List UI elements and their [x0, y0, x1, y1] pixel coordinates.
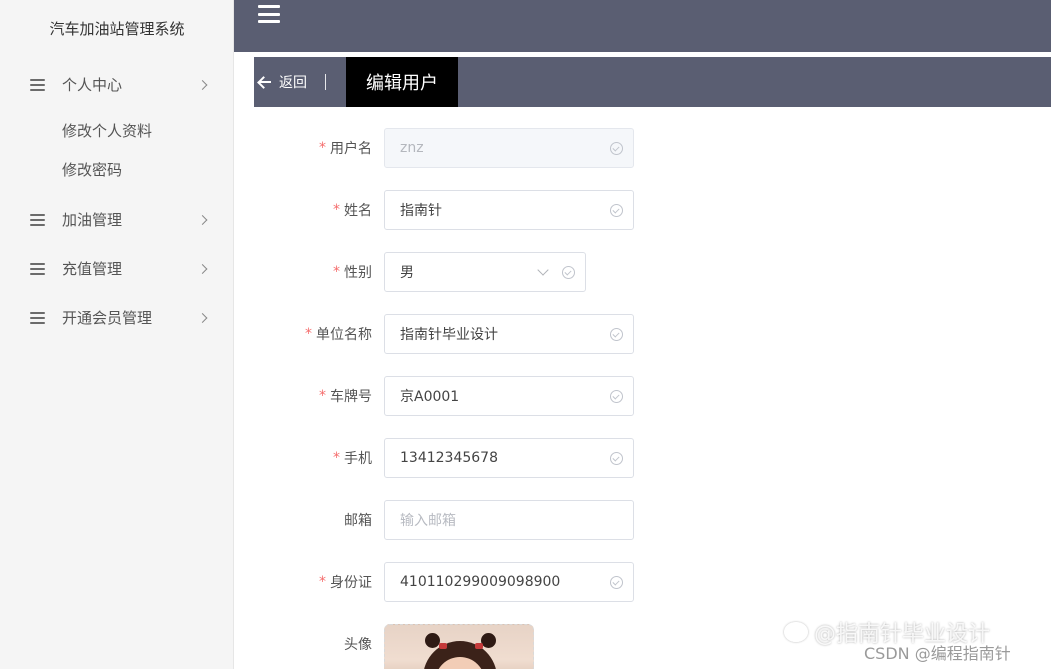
- app-root: 汽车加油站管理系统 个人中心 修改个人资料 修改密码 加油管理 充值管理 开通会…: [0, 0, 1051, 669]
- menu-icon: [30, 262, 45, 275]
- gender-label: * 性别: [333, 264, 372, 281]
- form-row-idcard: * 身份证 410110299009098900: [254, 562, 854, 602]
- sidebar-subitem-label: 修改密码: [62, 161, 123, 179]
- page-title: 编辑用户: [346, 57, 458, 107]
- avatar-label: 头像: [344, 637, 372, 653]
- sidebar-subitem-change-password[interactable]: 修改密码: [0, 150, 234, 189]
- submenu-personal-center: 修改个人资料 修改密码: [0, 109, 234, 195]
- check-circle-icon: [610, 390, 623, 403]
- plate-label: * 车牌号: [319, 388, 372, 405]
- email-input[interactable]: 输入邮箱: [384, 500, 634, 540]
- sidebar-item-label: 开通会员管理: [62, 309, 153, 327]
- sidebar-item-label: 个人中心: [62, 76, 123, 94]
- check-circle-icon: [610, 452, 623, 465]
- company-label: * 单位名称: [305, 326, 372, 343]
- chevron-right-icon: [197, 263, 208, 274]
- form-row-username: * 用户名 znz: [254, 128, 854, 168]
- name-label: * 姓名: [333, 202, 372, 219]
- hamburger-menu-icon[interactable]: [258, 5, 280, 23]
- watermark-secondary: CSDN @编程指南针: [864, 644, 1011, 663]
- menu-icon: [30, 311, 45, 324]
- form-row-gender: * 性别 男: [254, 252, 854, 292]
- chevron-right-icon: [197, 214, 208, 225]
- form-row-plate: * 车牌号 京A0001: [254, 376, 854, 416]
- avatar-upload[interactable]: [384, 624, 534, 669]
- sidebar-subitem-edit-profile[interactable]: 修改个人资料: [0, 111, 234, 150]
- check-circle-icon: [610, 204, 623, 217]
- sidebar-subitem-label: 修改个人资料: [62, 122, 153, 140]
- form-row-avatar: 头像: [254, 624, 854, 669]
- sidebar-item-fuel-management[interactable]: 加油管理: [0, 195, 234, 244]
- back-button[interactable]: 返回: [254, 57, 345, 107]
- sidebar-item-recharge-management[interactable]: 充值管理: [0, 244, 234, 293]
- name-input[interactable]: 指南针: [384, 190, 634, 230]
- page-header: 返回 编辑用户: [254, 57, 1051, 107]
- arrow-left-icon: [257, 75, 273, 89]
- company-input[interactable]: 指南针毕业设计: [384, 314, 634, 354]
- form-row-email: 邮箱 输入邮箱: [254, 500, 854, 540]
- phone-input[interactable]: 13412345678: [384, 438, 634, 478]
- idcard-label: * 身份证: [319, 574, 372, 591]
- form-row-phone: * 手机 13412345678: [254, 438, 854, 478]
- menu-icon: [30, 213, 45, 226]
- weibo-icon: [784, 622, 808, 642]
- sidebar: 汽车加油站管理系统 个人中心 修改个人资料 修改密码 加油管理 充值管理 开通会…: [0, 0, 234, 669]
- plate-input[interactable]: 京A0001: [384, 376, 634, 416]
- check-circle-icon: [562, 266, 575, 279]
- app-title: 汽车加油站管理系统: [49, 19, 185, 38]
- check-circle-icon: [610, 142, 623, 155]
- sidebar-item-label: 充值管理: [62, 260, 123, 278]
- check-circle-icon: [610, 576, 623, 589]
- menu-icon: [30, 78, 45, 91]
- chevron-down-icon: [537, 264, 549, 276]
- chevron-right-icon: [197, 79, 208, 90]
- sidebar-item-label: 加油管理: [62, 211, 123, 229]
- topbar: [234, 0, 1051, 52]
- divider: [325, 74, 326, 90]
- idcard-input[interactable]: 410110299009098900: [384, 562, 634, 602]
- back-label: 返回: [279, 75, 307, 91]
- sidebar-item-membership-management[interactable]: 开通会员管理: [0, 293, 234, 342]
- sidebar-item-personal-center[interactable]: 个人中心: [0, 60, 234, 109]
- gender-select[interactable]: 男: [384, 252, 586, 292]
- form-row-company: * 单位名称 指南针毕业设计: [254, 314, 854, 354]
- email-label: 邮箱: [344, 513, 372, 529]
- sidebar-menu: 个人中心 修改个人资料 修改密码 加油管理 充值管理 开通会员管理: [0, 60, 234, 342]
- username-input: znz: [384, 128, 634, 168]
- form-row-name: * 姓名 指南针: [254, 190, 854, 230]
- username-label: * 用户名: [319, 140, 372, 157]
- check-circle-icon: [610, 328, 623, 341]
- chevron-right-icon: [197, 312, 208, 323]
- phone-label: * 手机: [333, 450, 372, 467]
